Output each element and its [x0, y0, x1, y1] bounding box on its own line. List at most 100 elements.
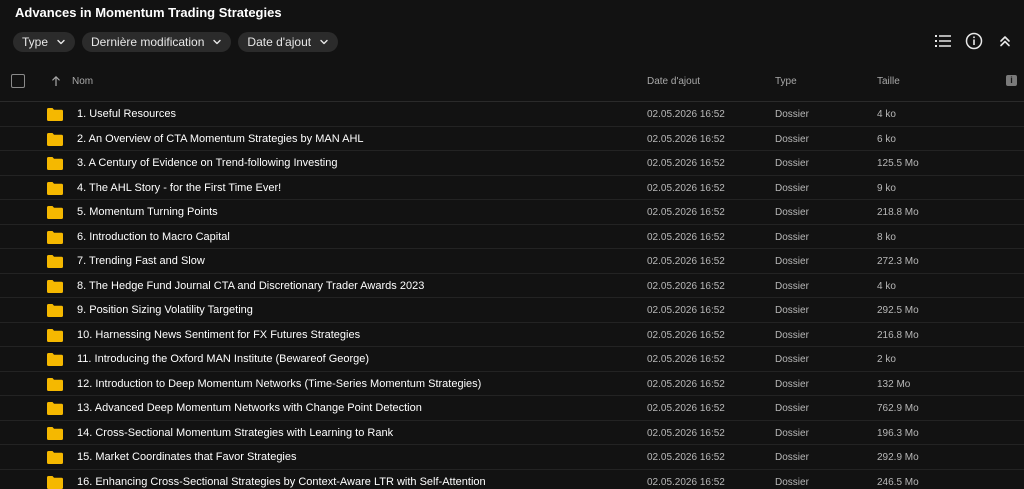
table-row[interactable]: 12. Introduction to Deep Momentum Networ… [0, 372, 1024, 396]
row-name[interactable]: 1. Useful Resources [77, 108, 176, 120]
folder-icon [47, 451, 63, 464]
row-date: 02.05.2026 16:52 [647, 354, 725, 365]
row-name[interactable]: 14. Cross-Sectional Momentum Strategies … [77, 427, 393, 439]
filter-last-modified-dropdown[interactable]: Dernière modification [82, 32, 232, 52]
row-name[interactable]: 11. Introducing the Oxford MAN Institute… [77, 353, 369, 365]
row-type: Dossier [775, 476, 809, 488]
folder-icon [47, 279, 63, 293]
table-row[interactable]: 13. Advanced Deep Momentum Networks with… [0, 396, 1024, 421]
row-name[interactable]: 2. An Overview of CTA Momentum Strategie… [77, 133, 364, 145]
row-date: 02.05.2026 16:52 [647, 403, 725, 414]
row-name[interactable]: 8. The Hedge Fund Journal CTA and Discre… [77, 280, 424, 292]
row-size: 218.8 Mo [877, 207, 919, 218]
row-size: 6 ko [877, 133, 896, 145]
row-date: 02.05.2026 16:52 [647, 133, 725, 145]
folder-icon [47, 206, 63, 219]
chevron-down-icon [212, 37, 222, 47]
column-header-name[interactable]: Nom [72, 76, 93, 87]
row-type: Dossier [775, 207, 809, 218]
row-date: 02.05.2026 16:52 [647, 329, 725, 341]
filter-label: Date d'ajout [247, 35, 312, 49]
filter-type-dropdown[interactable]: Type [13, 32, 76, 52]
row-name[interactable]: 13. Advanced Deep Momentum Networks with… [77, 402, 422, 414]
row-size: 8 ko [877, 231, 896, 243]
folder-icon [47, 402, 63, 415]
row-size: 292.9 Mo [877, 452, 919, 463]
row-name[interactable]: 10. Harnessing News Sentiment for FX Fut… [77, 329, 360, 341]
info-icon[interactable] [965, 32, 983, 50]
table-row[interactable]: 15. Market Coordinates that Favor Strate… [0, 445, 1024, 470]
row-date: 02.05.2026 16:52 [647, 280, 725, 292]
row-date: 02.05.2026 16:52 [647, 231, 725, 243]
table-row[interactable]: 1. Useful Resources 02.05.2026 16:52 Dossi… [0, 102, 1024, 127]
table-row[interactable]: 11. Introducing the Oxford MAN Institute… [0, 347, 1024, 372]
table-row[interactable]: 16. Enhancing Cross-Sectional Strategies… [0, 470, 1024, 489]
row-type: Dossier [775, 109, 809, 120]
folder-icon [47, 255, 63, 268]
row-size: 4 ko [877, 280, 896, 292]
row-name[interactable]: 7. Trending Fast and Slow [77, 255, 205, 267]
row-date: 02.05.2026 16:52 [647, 182, 725, 194]
row-type: Dossier [775, 280, 809, 292]
row-name[interactable]: 15. Market Coordinates that Favor Strate… [77, 451, 297, 463]
column-header-size[interactable]: Taille [877, 76, 900, 87]
row-type: Dossier [775, 158, 809, 169]
row-date: 02.05.2026 16:52 [647, 158, 725, 169]
row-type: Dossier [775, 329, 809, 341]
row-type: Dossier [775, 231, 809, 243]
select-all-checkbox[interactable] [11, 74, 25, 88]
table-row[interactable]: 6. Introduction to Macro Capital 02.05.20… [0, 225, 1024, 249]
column-header-date[interactable]: Date d'ajout [647, 76, 700, 87]
row-name[interactable]: 5. Momentum Turning Points [77, 206, 218, 218]
folder-icon [47, 108, 63, 121]
table-header: Nom Date d'ajout Type Taille i [0, 70, 1024, 94]
row-size: 196.3 Mo [877, 427, 919, 439]
row-type: Dossier [775, 133, 809, 145]
table-row[interactable]: 14. Cross-Sectional Momentum Strategies … [0, 421, 1024, 445]
row-type: Dossier [775, 182, 809, 194]
row-name[interactable]: 6. Introduction to Macro Capital [77, 231, 230, 243]
table-row[interactable]: 3. A Century of Evidence on Trend-follow… [0, 151, 1024, 176]
folder-icon [47, 157, 63, 170]
row-name[interactable]: 16. Enhancing Cross-Sectional Strategies… [77, 476, 486, 488]
row-date: 02.05.2026 16:52 [647, 476, 725, 488]
folder-icon [47, 230, 63, 244]
row-name[interactable]: 9. Position Sizing Volatility Targeting [77, 304, 253, 316]
row-size: 272.3 Mo [877, 256, 919, 267]
row-type: Dossier [775, 305, 809, 316]
list-view-icon[interactable] [934, 32, 952, 50]
row-date: 02.05.2026 16:52 [647, 207, 725, 218]
row-size: 2 ko [877, 354, 896, 365]
column-header-type[interactable]: Type [775, 76, 797, 87]
table-row[interactable]: 5. Momentum Turning Points 02.05.2026 16:… [0, 200, 1024, 225]
folder-icon [47, 353, 63, 366]
folder-icon [47, 426, 63, 440]
column-info-icon[interactable]: i [1006, 75, 1017, 86]
row-size: 762.9 Mo [877, 403, 919, 414]
table-row[interactable]: 9. Position Sizing Volatility Targeting 0… [0, 298, 1024, 323]
folder-icon [47, 181, 63, 195]
file-list: 1. Useful Resources 02.05.2026 16:52 Dossi… [0, 102, 1024, 489]
row-date: 02.05.2026 16:52 [647, 109, 725, 120]
row-type: Dossier [775, 256, 809, 267]
row-type: Dossier [775, 452, 809, 463]
table-row[interactable]: 4. The AHL Story - for the First Time Ev… [0, 176, 1024, 200]
table-row[interactable]: 8. The Hedge Fund Journal CTA and Discre… [0, 274, 1024, 298]
filter-date-added-dropdown[interactable]: Date d'ajout [238, 32, 339, 52]
row-name[interactable]: 12. Introduction to Deep Momentum Networ… [77, 378, 481, 390]
row-date: 02.05.2026 16:52 [647, 305, 725, 316]
table-row[interactable]: 10. Harnessing News Sentiment for FX Fut… [0, 323, 1024, 347]
row-date: 02.05.2026 16:52 [647, 452, 725, 463]
row-size: 216.8 Mo [877, 329, 919, 341]
row-name[interactable]: 4. The AHL Story - for the First Time Ev… [77, 182, 281, 194]
collapse-icon[interactable] [996, 32, 1014, 50]
table-row[interactable]: 7. Trending Fast and Slow 02.05.2026 16:5… [0, 249, 1024, 274]
row-size: 125.5 Mo [877, 158, 919, 169]
file-browser: Advances in Momentum Trading Strategies … [0, 0, 1024, 489]
chevron-down-icon [319, 37, 329, 47]
row-name[interactable]: 3. A Century of Evidence on Trend-follow… [77, 157, 338, 169]
table-row[interactable]: 2. An Overview of CTA Momentum Strategie… [0, 127, 1024, 151]
sort-arrow-up-icon[interactable] [51, 75, 61, 87]
row-size: 9 ko [877, 182, 896, 194]
row-type: Dossier [775, 378, 809, 390]
